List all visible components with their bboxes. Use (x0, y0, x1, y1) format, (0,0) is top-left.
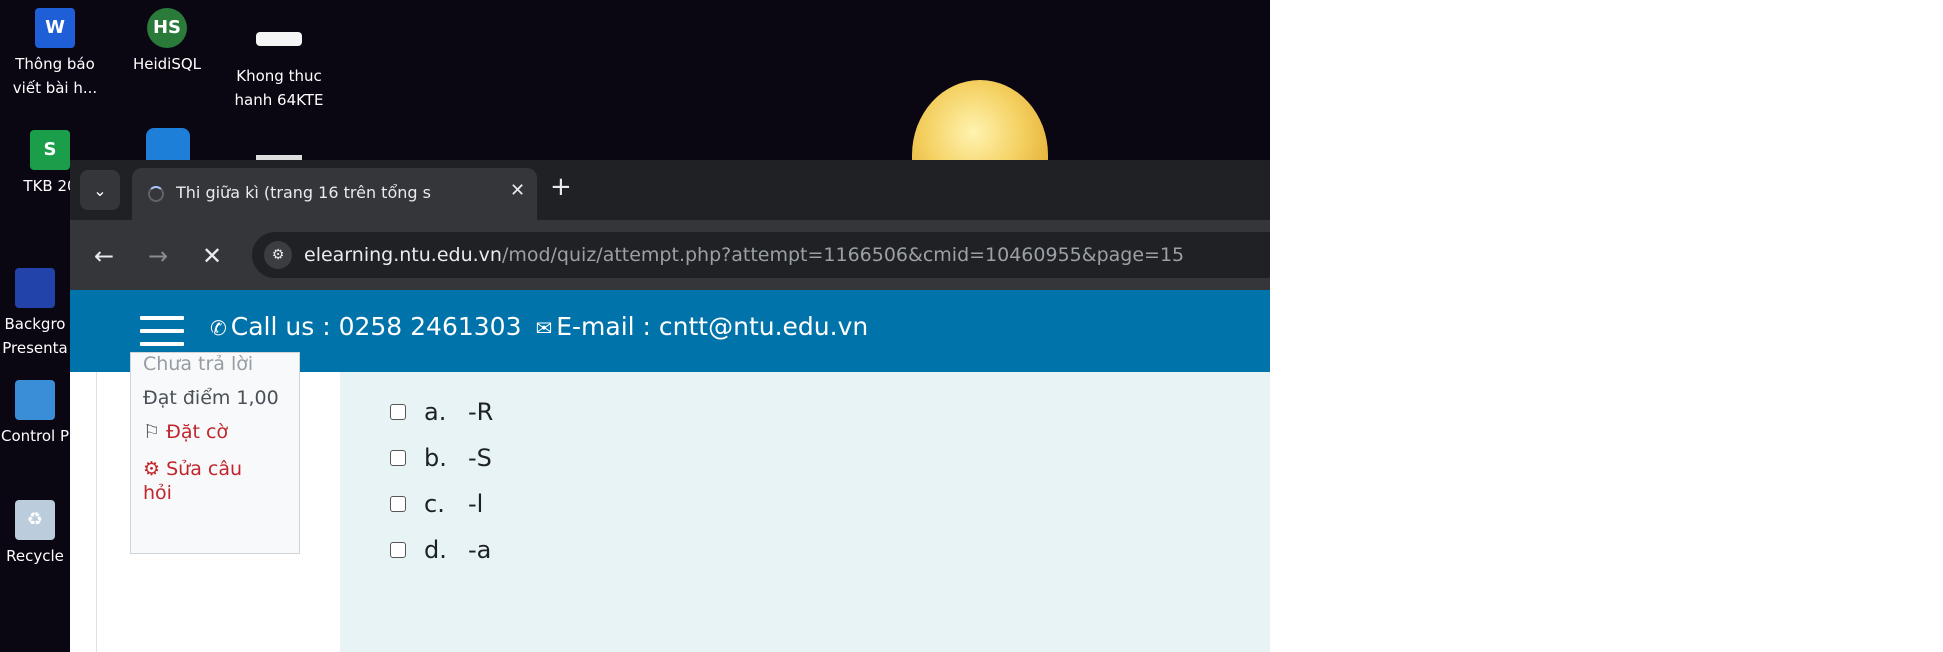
new-tab-button[interactable]: + (550, 172, 572, 202)
forward-arrow-icon[interactable]: → (142, 240, 174, 272)
recycle-bin-icon: ♻ (15, 500, 55, 540)
drawer-divider (96, 372, 97, 652)
web-page: ✆ Call us : 0258 2461303 ✉ E-mail : cntt@n… (70, 290, 1270, 652)
answer-option-d[interactable]: d. -a (390, 536, 491, 564)
site-info-icon[interactable]: ⚙ (264, 241, 292, 269)
flag-question-link[interactable]: ⚐ Đặt cờ (143, 421, 228, 443)
answer-option-c[interactable]: c. -l (390, 490, 483, 518)
phone-icon: ✆ (210, 316, 227, 340)
address-bar[interactable]: ⚙ elearning.ntu.edu.vn/mod/quiz/attempt.… (252, 232, 1270, 278)
question-status: Chưa trả lời (143, 353, 254, 375)
hamburger-menu-icon[interactable] (140, 316, 184, 348)
answer-option-b[interactable]: b. -S (390, 444, 492, 472)
desktop-icon-word[interactable]: W Thông báo viết bài h... (0, 8, 110, 100)
question-answer-area: a. -R b. -S c. -l d. -a (340, 372, 1270, 652)
word-doc-icon: W (35, 8, 75, 48)
question-info-box: Chưa trả lời Đạt điểm 1,00 ⚐ Đặt cờ ⚙ Sử… (130, 352, 300, 554)
tab-strip: ⌄ Thi giữa kì (trang 16 trên tổng s ✕ + (70, 160, 1270, 220)
heidisql-icon: HS (147, 8, 187, 48)
desktop-icon-heidisql[interactable]: HS HeidiSQL (112, 8, 222, 76)
presentation-icon (15, 268, 55, 308)
checkbox[interactable] (390, 450, 406, 466)
page-content: Chưa trả lời Đạt điểm 1,00 ⚐ Đặt cờ ⚙ Sử… (70, 352, 1270, 652)
checkbox[interactable] (390, 542, 406, 558)
url-text[interactable]: elearning.ntu.edu.vn/mod/quiz/attempt.ph… (304, 244, 1184, 266)
tab-search-button[interactable]: ⌄ (80, 170, 120, 210)
checkbox[interactable] (390, 404, 406, 420)
answer-option-a[interactable]: a. -R (390, 398, 493, 426)
tab-active[interactable]: Thi giữa kì (trang 16 trên tổng s ✕ (132, 168, 537, 220)
question-grade: Đạt điểm 1,00 (143, 387, 279, 409)
phone-text: Call us : 0258 2461303 (230, 312, 522, 341)
loading-spinner-icon (148, 186, 164, 202)
edit-question-link[interactable]: ⚙ Sửa câu hỏi (143, 457, 293, 505)
close-icon[interactable]: ✕ (510, 180, 525, 201)
stop-loading-icon[interactable]: ✕ (196, 240, 228, 272)
spreadsheet-icon: S (30, 130, 70, 170)
browser-toolbar: ← → ✕ ⚙ elearning.ntu.edu.vn/mod/quiz/at… (70, 220, 1270, 290)
wifi-icon[interactable] (146, 128, 190, 160)
desktop-icon-background[interactable]: Backgro Presenta (0, 268, 70, 360)
envelope-icon: ✉ (535, 316, 553, 340)
contact-info: ✆ Call us : 0258 2461303 ✉ E-mail : cntt@n… (210, 312, 868, 341)
tab-title: Thi giữa kì (trang 16 trên tổng s (176, 183, 431, 202)
browser-window: ⌄ Thi giữa kì (trang 16 trên tổng s ✕ + … (70, 160, 1270, 652)
desktop-icon-khong-thuc-hanh[interactable]: Khong thuc hanh 64KTE (224, 8, 334, 112)
control-panel-icon (15, 380, 55, 420)
desktop-icon-control-panel[interactable]: Control P (0, 380, 70, 448)
desktop-icon-recycle-bin[interactable]: ♻ Recycle (0, 500, 70, 568)
flag-icon: ⚐ (143, 421, 161, 443)
checkbox[interactable] (390, 496, 406, 512)
chevron-down-icon: ⌄ (93, 180, 107, 200)
email-text[interactable]: E-mail : cntt@ntu.edu.vn (556, 312, 868, 341)
gear-icon: ⚙ (143, 458, 161, 480)
back-arrow-icon[interactable]: ← (88, 240, 120, 272)
image-file-icon (256, 32, 302, 46)
